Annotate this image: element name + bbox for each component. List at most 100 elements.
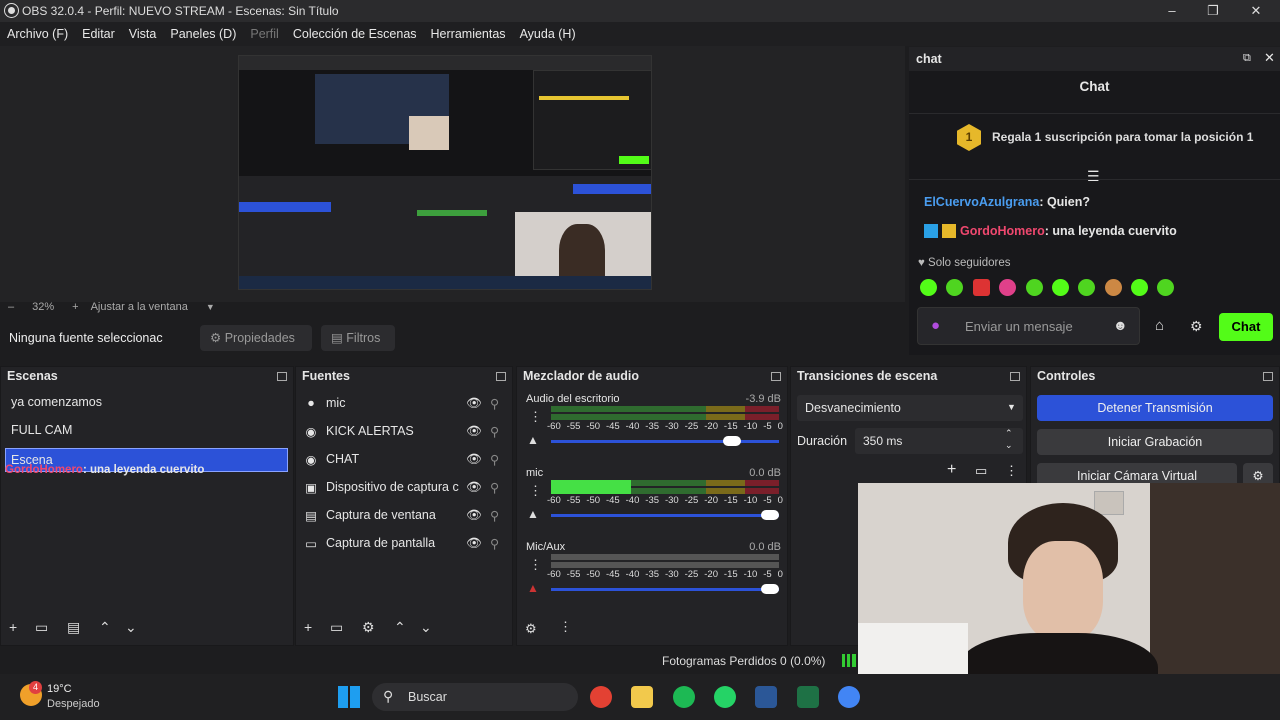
chat-username[interactable]: GordoHomero <box>960 224 1045 238</box>
emote-icon[interactable] <box>1131 279 1148 296</box>
settings-gear-icon[interactable]: ⚙ <box>1190 318 1203 335</box>
emote-icon[interactable] <box>1157 279 1174 296</box>
filters-button[interactable]: ▤ Filtros <box>321 325 395 351</box>
source-item[interactable]: ◉ KICK ALERTAS 👁 ⚲ <box>296 417 512 445</box>
speaker-icon[interactable]: ▲ <box>527 507 539 521</box>
more-vertical-icon[interactable]: ⋮ <box>1005 463 1018 479</box>
add-icon[interactable]: + <box>947 461 956 479</box>
stop-stream-button[interactable]: Detener Transmisión <box>1037 395 1273 421</box>
menu-herramientas[interactable]: Herramientas <box>424 27 513 41</box>
move-up-icon[interactable]: ⌃ <box>394 619 406 636</box>
stepper-down-icon[interactable]: ⌄ <box>1005 440 1013 451</box>
chrome-profile-icon[interactable] <box>838 686 860 708</box>
trash-icon[interactable]: ▭ <box>330 619 343 636</box>
trash-icon[interactable]: ▭ <box>35 619 48 636</box>
more-vertical-icon[interactable]: ⋮ <box>529 557 542 573</box>
menu-archivo[interactable]: Archivo (F) <box>0 27 75 41</box>
eye-icon[interactable]: 👁 <box>466 536 490 551</box>
close-button[interactable]: ✕ <box>1236 0 1276 22</box>
menu-perfil[interactable]: Perfil <box>243 27 285 41</box>
volume-slider[interactable] <box>551 440 779 443</box>
emoji-icon[interactable]: ☻ <box>1113 317 1128 333</box>
undock-icon[interactable] <box>277 371 287 381</box>
eye-icon[interactable]: 👁 <box>466 424 490 439</box>
volume-slider[interactable] <box>551 588 779 591</box>
emote-icon[interactable] <box>973 279 990 296</box>
eye-icon[interactable]: 👁 <box>466 396 490 411</box>
more-vertical-icon[interactable]: ⋮ <box>559 619 572 635</box>
undock-icon[interactable]: ⧉ <box>1243 52 1251 65</box>
source-item[interactable]: ◉ CHAT 👁 ⚲ <box>296 445 512 473</box>
emote-icon[interactable] <box>999 279 1016 296</box>
pin-collapse-icon[interactable]: ☰ <box>1087 168 1100 185</box>
gear-icon[interactable]: ⚙ <box>362 619 375 636</box>
move-up-icon[interactable]: ⌃ <box>99 619 111 636</box>
start-recording-button[interactable]: Iniciar Grabación <box>1037 429 1273 455</box>
mixer-settings-icon[interactable]: ⚙ <box>525 621 537 637</box>
whatsapp-icon[interactable] <box>714 686 736 708</box>
scene-item[interactable]: FULL CAM <box>11 423 72 437</box>
emote-icon[interactable] <box>1105 279 1122 296</box>
lock-icon[interactable]: ⚲ <box>490 452 512 467</box>
trash-icon[interactable]: ▭ <box>975 463 987 479</box>
word-icon[interactable] <box>755 686 777 708</box>
minimize-button[interactable]: – <box>1152 0 1192 22</box>
source-item[interactable]: ▭ Captura de pantalla 👁 ⚲ <box>296 529 512 557</box>
move-down-icon[interactable]: ⌄ <box>420 619 432 636</box>
maximize-button[interactable]: ❐ <box>1193 0 1233 22</box>
speaker-icon[interactable]: ▲ <box>527 433 539 447</box>
stepper-up-icon[interactable]: ⌃ <box>1005 428 1013 439</box>
file-explorer-icon[interactable] <box>631 686 653 708</box>
menu-editar[interactable]: Editar <box>75 27 122 41</box>
menu-vista[interactable]: Vista <box>122 27 164 41</box>
chat-input[interactable]: ● Enviar un mensaje ☻ <box>917 307 1140 345</box>
windows-start-icon[interactable] <box>338 686 360 708</box>
undock-icon[interactable] <box>1010 371 1020 381</box>
taskbar-search[interactable]: ⚲ Buscar <box>372 683 578 711</box>
volume-handle[interactable] <box>761 584 779 594</box>
spotify-icon[interactable] <box>673 686 695 708</box>
close-dock-icon[interactable]: ✕ <box>1264 50 1275 66</box>
emote-icon[interactable] <box>1052 279 1069 296</box>
program-preview[interactable] <box>238 55 652 290</box>
emote-icon[interactable] <box>1026 279 1043 296</box>
more-vertical-icon[interactable]: ⋮ <box>529 483 542 499</box>
menu-coleccion-escenas[interactable]: Colección de Escenas <box>286 27 424 41</box>
zoom-in-button[interactable]: + <box>72 301 78 313</box>
eye-icon[interactable]: 👁 <box>466 452 490 467</box>
emote-icon[interactable] <box>1078 279 1095 296</box>
undock-icon[interactable] <box>1263 371 1273 381</box>
properties-button[interactable]: ⚙ Propiedades <box>200 325 312 351</box>
source-item[interactable]: ▤ Captura de ventana 👁 ⚲ <box>296 501 512 529</box>
eye-icon[interactable]: 👁 <box>466 480 490 495</box>
volume-handle[interactable] <box>761 510 779 520</box>
menu-paneles[interactable]: Paneles (D) <box>163 27 243 41</box>
add-icon[interactable]: + <box>304 619 312 635</box>
duration-input[interactable]: 350 ms ⌃ ⌄ <box>855 428 1023 454</box>
scene-item[interactable]: ya comenzamos <box>11 395 102 409</box>
zoom-out-button[interactable]: – <box>8 301 14 313</box>
lock-icon[interactable]: ⚲ <box>490 480 512 495</box>
undock-icon[interactable] <box>771 371 781 381</box>
emote-icon[interactable] <box>946 279 963 296</box>
excel-icon[interactable] <box>797 686 819 708</box>
lock-icon[interactable]: ⚲ <box>490 536 512 551</box>
more-vertical-icon[interactable]: ⋮ <box>529 409 542 425</box>
add-icon[interactable]: + <box>9 619 17 635</box>
eye-icon[interactable]: 👁 <box>466 508 490 523</box>
source-item[interactable]: ▣ Dispositivo de captura c 👁 ⚲ <box>296 473 512 501</box>
source-item[interactable]: ● mic 👁 ⚲ <box>296 389 512 417</box>
lock-icon[interactable]: ⚲ <box>490 508 512 523</box>
transition-select[interactable]: Desvanecimiento ▼ <box>797 395 1023 421</box>
lock-icon[interactable]: ⚲ <box>490 396 512 411</box>
chevron-down-icon[interactable]: ▼ <box>206 302 215 312</box>
speaker-icon[interactable]: ▲ <box>527 581 539 595</box>
volume-handle[interactable] <box>723 436 741 446</box>
undock-icon[interactable] <box>496 371 506 381</box>
volume-slider[interactable] <box>551 514 779 517</box>
lock-icon[interactable]: ⚲ <box>490 424 512 439</box>
microphone-icon[interactable]: ● <box>931 317 940 334</box>
move-down-icon[interactable]: ⌄ <box>125 619 137 636</box>
emote-icon[interactable] <box>920 279 937 296</box>
store-icon[interactable]: ⌂ <box>1155 317 1164 334</box>
